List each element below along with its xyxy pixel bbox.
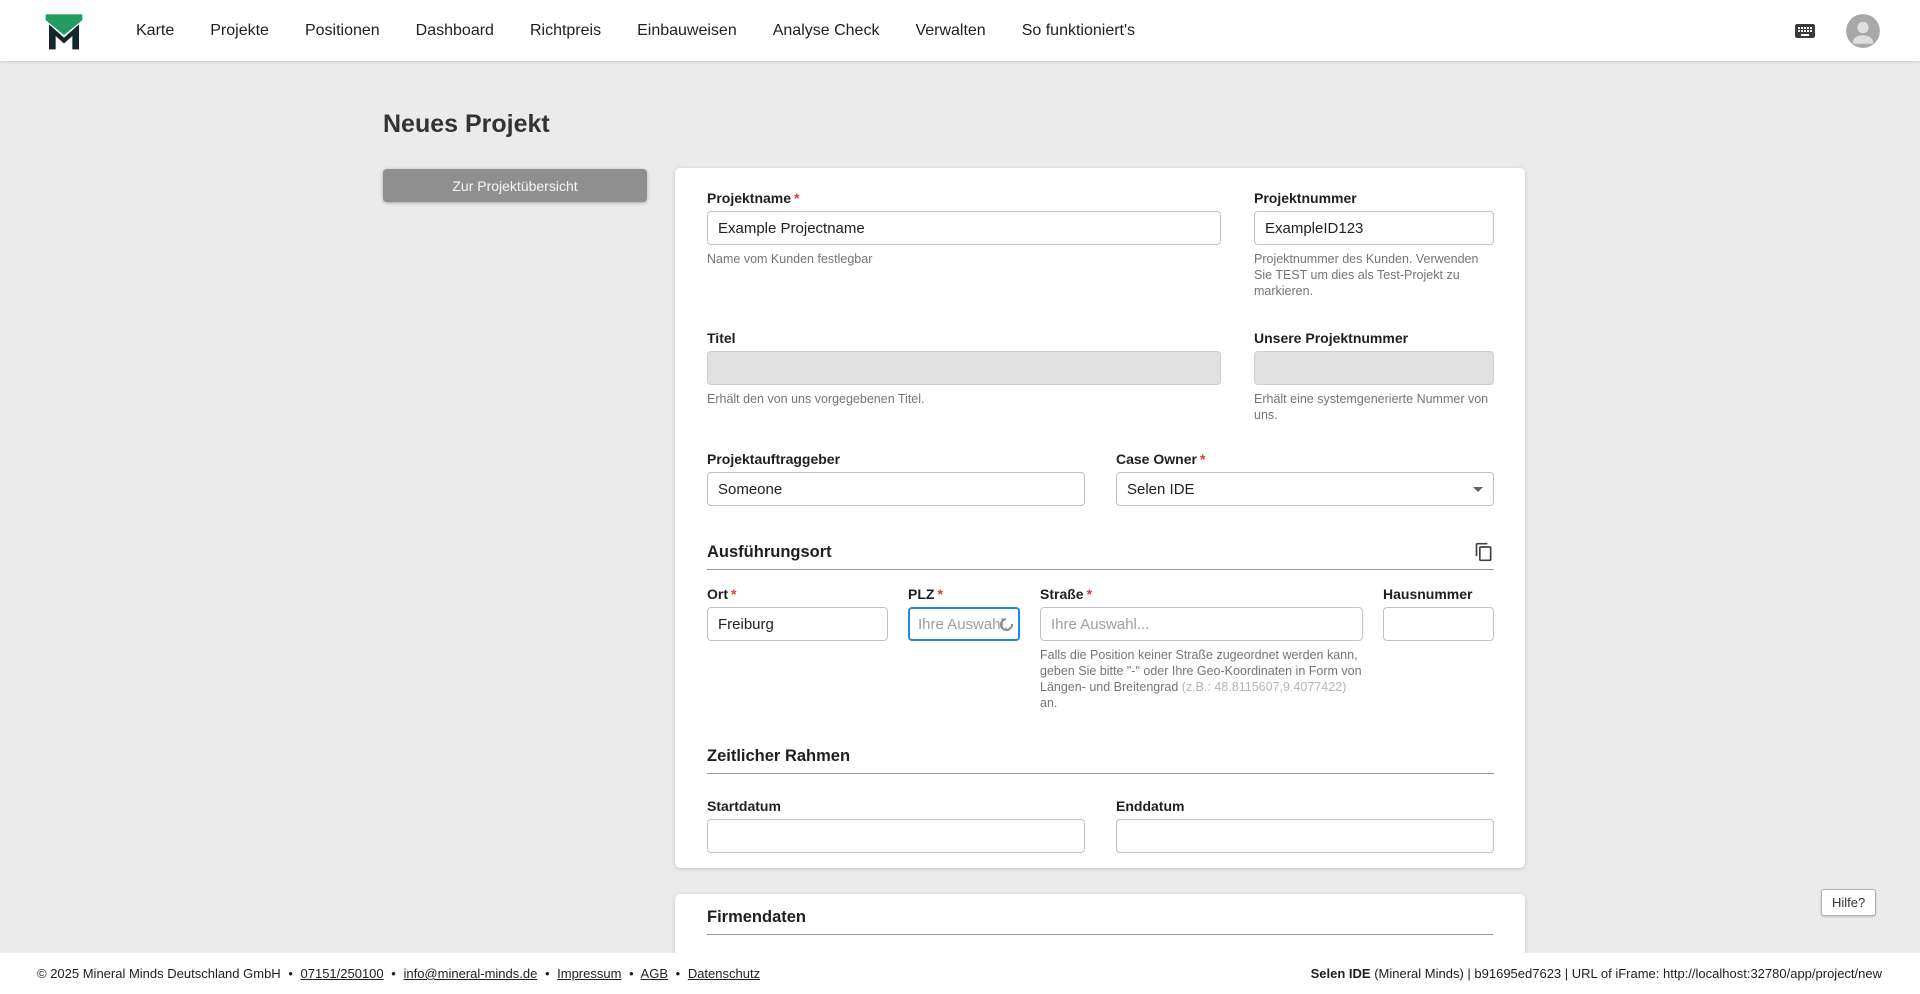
- projektnummer-helper: Projektnummer des Kunden. Verwenden Sie …: [1254, 252, 1479, 298]
- plz-label: PLZ *: [908, 586, 943, 602]
- projektname-field: Projektname* Name vom Kunden festlegbar: [707, 190, 1221, 299]
- nav-item-positionen[interactable]: Positionen: [305, 22, 380, 40]
- nav-item-karte[interactable]: Karte: [136, 22, 174, 40]
- footer-separator: •: [675, 966, 681, 981]
- required-marker: *: [1086, 586, 1093, 602]
- strasse-helper: Falls die Position keiner Straße zugeord…: [1040, 648, 1362, 710]
- section-zeitlicher-rahmen-header: Zeitlicher Rahmen: [707, 747, 1494, 766]
- nav-item-so-funktionierts[interactable]: So funktioniert's: [1022, 22, 1135, 40]
- strasse-field: Straße* Falls die Position keiner Straße…: [1040, 586, 1363, 711]
- top-navbar: Karte Projekte Positionen Dashboard Rich…: [0, 0, 1920, 61]
- enddatum-input[interactable]: [1116, 819, 1494, 853]
- startdatum-label: Startdatum: [707, 798, 781, 814]
- section-divider: [707, 934, 1493, 935]
- copyright-text: © 2025 Mineral Minds Deutschland GmbH: [37, 966, 281, 981]
- required-marker: *: [937, 586, 943, 602]
- footer-email-link[interactable]: info@mineral-minds.de: [403, 966, 537, 981]
- required-marker: *: [731, 586, 737, 602]
- unsere-projektnummer-label: Unsere Projektnummer: [1254, 330, 1409, 346]
- page-title: Neues Projekt: [383, 110, 550, 138]
- logo-icon: [45, 13, 83, 49]
- firmendaten-title: Firmendaten: [707, 908, 807, 926]
- projektauftraggeber-input[interactable]: [707, 472, 1085, 506]
- projektnummer-field: Projektnummer Projektnummer des Kunden. …: [1254, 190, 1494, 299]
- case-owner-label: Case Owner *: [1116, 451, 1206, 467]
- case-owner-field: Case Owner * Selen IDE: [1116, 451, 1494, 506]
- projektname-label: Projektname *: [707, 190, 800, 206]
- required-marker: *: [794, 190, 800, 206]
- unsere-projektnummer-helper: Erhält eine systemgenerierte Nummer von …: [1254, 392, 1489, 422]
- projektnummer-input[interactable]: [1254, 211, 1494, 245]
- footer-separator: •: [544, 966, 550, 981]
- row-projektname: Projektname* Name vom Kunden festlegbar …: [707, 190, 1494, 299]
- plz-input-wrapper: [908, 607, 1020, 641]
- nav-item-richtpreis[interactable]: Richtpreis: [530, 22, 601, 40]
- footer: © 2025 Mineral Minds Deutschland GmbH • …: [0, 953, 1920, 994]
- chevron-down-icon: [1473, 486, 1483, 492]
- unsere-projektnummer-input: [1254, 351, 1494, 385]
- projektauftraggeber-label: Projektauftraggeber: [707, 451, 841, 467]
- titel-field: Titel Erhält den von uns vorgegebenen Ti…: [707, 330, 1221, 423]
- session-details: (Mineral Minds) | b91695ed7623 | URL of …: [1370, 966, 1882, 981]
- mineral-minds-logo[interactable]: [44, 11, 84, 51]
- titel-label: Titel: [707, 330, 736, 346]
- user-avatar-icon[interactable]: [1846, 13, 1880, 48]
- nav-item-dashboard[interactable]: Dashboard: [416, 22, 494, 40]
- footer-datenschutz-link[interactable]: Datenschutz: [688, 966, 760, 981]
- footer-agb-link[interactable]: AGB: [641, 966, 668, 981]
- hausnummer-label: Hausnummer: [1383, 586, 1473, 602]
- project-form-card: Projektname* Name vom Kunden festlegbar …: [675, 168, 1525, 868]
- footer-separator: •: [288, 966, 293, 981]
- nav-item-analyse-check[interactable]: Analyse Check: [773, 22, 880, 40]
- keyboard-icon[interactable]: [1790, 19, 1820, 43]
- app-root: Karte Projekte Positionen Dashboard Rich…: [0, 0, 1920, 994]
- footer-separator: •: [629, 966, 634, 981]
- case-owner-value: Selen IDE: [1127, 480, 1195, 498]
- startdatum-input[interactable]: [707, 819, 1085, 853]
- ort-input[interactable]: [707, 607, 888, 641]
- footer-phone-link[interactable]: 07151/250100: [301, 966, 384, 981]
- ort-label: Ort *: [707, 586, 737, 602]
- startdatum-field: Startdatum: [707, 798, 1085, 853]
- plz-field: PLZ *: [908, 586, 1020, 711]
- case-owner-select[interactable]: Selen IDE: [1116, 472, 1494, 506]
- section-ausfuehrungsort-header: Ausführungsort: [707, 542, 1494, 562]
- nav-item-einbauweisen[interactable]: Einbauweisen: [637, 22, 737, 40]
- footer-separator: •: [391, 966, 396, 981]
- projektname-helper: Name vom Kunden festlegbar: [707, 252, 873, 266]
- titel-input: [707, 351, 1221, 385]
- enddatum-field: Enddatum: [1116, 798, 1494, 853]
- section-divider: [707, 569, 1494, 570]
- back-to-projects-button[interactable]: Zur Projektübersicht: [383, 169, 647, 202]
- row-auftraggeber: Projektauftraggeber Case Owner* Selen ID…: [707, 451, 1494, 506]
- row-datum: Startdatum Enddatum: [707, 798, 1494, 853]
- projektname-input[interactable]: [707, 211, 1221, 245]
- footer-session-info: Selen IDE (Mineral Minds) | b91695ed7623…: [1311, 966, 1882, 981]
- zeitlicher-rahmen-title: Zeitlicher Rahmen: [707, 747, 851, 765]
- nav-item-verwalten[interactable]: Verwalten: [915, 22, 985, 40]
- row-titel: Titel Erhält den von uns vorgegebenen Ti…: [707, 330, 1494, 423]
- nav-item-projekte[interactable]: Projekte: [210, 22, 269, 40]
- ausfuehrungsort-title: Ausführungsort: [707, 542, 832, 561]
- footer-left: © 2025 Mineral Minds Deutschland GmbH • …: [37, 966, 760, 981]
- required-marker: *: [1199, 451, 1206, 467]
- hausnummer-field: Hausnummer: [1383, 586, 1494, 711]
- row-ort: Ort* PLZ* Straße* Falls die Po: [707, 586, 1494, 711]
- main-nav: Karte Projekte Positionen Dashboard Rich…: [136, 22, 1135, 40]
- help-button[interactable]: Hilfe?: [1821, 889, 1877, 916]
- section-divider: [707, 773, 1494, 774]
- hausnummer-input[interactable]: [1383, 607, 1494, 641]
- projektnummer-label: Projektnummer: [1254, 190, 1357, 206]
- titel-helper: Erhält den von uns vorgegebenen Titel.: [707, 392, 925, 406]
- session-user: Selen IDE: [1310, 966, 1371, 981]
- projektauftraggeber-field: Projektauftraggeber: [707, 451, 1085, 506]
- strasse-label: Straße *: [1040, 586, 1093, 602]
- ort-field: Ort *: [707, 586, 888, 711]
- unsere-projektnummer-field: Unsere Projektnummer Erhält eine systemg…: [1254, 330, 1494, 423]
- strasse-input[interactable]: [1040, 607, 1363, 641]
- enddatum-label: Enddatum: [1116, 798, 1185, 814]
- navbar-right: [1790, 13, 1880, 48]
- footer-impressum-link[interactable]: Impressum: [557, 966, 621, 981]
- copy-icon[interactable]: [1474, 542, 1494, 562]
